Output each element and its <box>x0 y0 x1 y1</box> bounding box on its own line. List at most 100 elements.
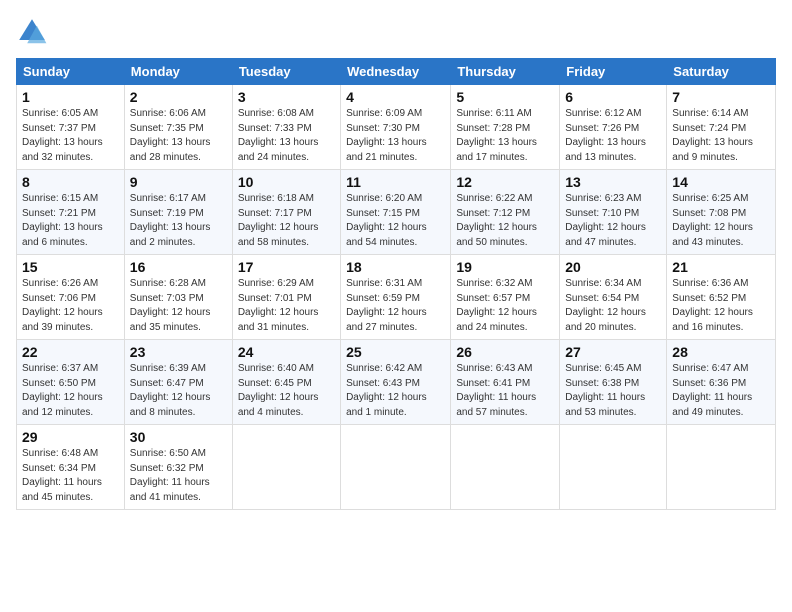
day-info: Sunrise: 6:23 AM Sunset: 7:10 PM Dayligh… <box>565 192 661 250</box>
day-info: Sunrise: 6:36 AM Sunset: 6:52 PM Dayligh… <box>672 277 770 335</box>
calendar-cell: 13 Sunrise: 6:23 AM Sunset: 7:10 PM Dayli… <box>560 170 667 255</box>
day-number: 25 <box>346 344 445 360</box>
calendar-cell: 2Sunrise: 6:06 AM Sunset: 7:35 PM Daylig… <box>124 85 232 170</box>
day-number: 13 <box>565 174 661 190</box>
day-number: 1 <box>22 89 119 105</box>
day-info: Sunrise: 6:48 AM Sunset: 6:34 PM Dayligh… <box>22 447 119 505</box>
day-number: 3 <box>238 89 335 105</box>
day-number: 22 <box>22 344 119 360</box>
day-info: Sunrise: 6:28 AM Sunset: 7:03 PM Dayligh… <box>130 277 227 335</box>
calendar-cell: 24 Sunrise: 6:40 AM Sunset: 6:45 PM Dayli… <box>232 340 340 425</box>
day-info: Sunrise: 6:14 AM Sunset: 7:24 PM Dayligh… <box>672 107 770 165</box>
calendar-cell: 25 Sunrise: 6:42 AM Sunset: 6:43 PM Dayli… <box>341 340 451 425</box>
calendar-cell <box>560 425 667 510</box>
day-info: Sunrise: 6:09 AM Sunset: 7:30 PM Dayligh… <box>346 107 445 165</box>
calendar-cell: 30 Sunrise: 6:50 AM Sunset: 6:32 PM Dayli… <box>124 425 232 510</box>
calendar-cell: 27 Sunrise: 6:45 AM Sunset: 6:38 PM Dayli… <box>560 340 667 425</box>
calendar-header-row: SundayMondayTuesdayWednesdayThursdayFrid… <box>17 59 776 85</box>
calendar-cell: 17Sunrise: 6:29 AM Sunset: 7:01 PM Dayli… <box>232 255 340 340</box>
calendar-cell: 9Sunrise: 6:17 AM Sunset: 7:19 PM Daylig… <box>124 170 232 255</box>
calendar-week-row: 8 Sunrise: 6:15 AM Sunset: 7:21 PM Daylig… <box>17 170 776 255</box>
day-info: Sunrise: 6:20 AM Sunset: 7:15 PM Dayligh… <box>346 192 445 250</box>
column-header-wednesday: Wednesday <box>341 59 451 85</box>
calendar-cell: 21 Sunrise: 6:36 AM Sunset: 6:52 PM Dayli… <box>667 255 776 340</box>
day-number: 24 <box>238 344 335 360</box>
calendar-cell <box>232 425 340 510</box>
day-info: Sunrise: 6:22 AM Sunset: 7:12 PM Dayligh… <box>456 192 554 250</box>
column-header-friday: Friday <box>560 59 667 85</box>
calendar-week-row: 29 Sunrise: 6:48 AM Sunset: 6:34 PM Dayli… <box>17 425 776 510</box>
day-number: 10 <box>238 174 335 190</box>
day-number: 29 <box>22 429 119 445</box>
day-info: Sunrise: 6:15 AM Sunset: 7:21 PM Dayligh… <box>22 192 119 250</box>
day-info: Sunrise: 6:11 AM Sunset: 7:28 PM Dayligh… <box>456 107 554 165</box>
day-info: Sunrise: 6:45 AM Sunset: 6:38 PM Dayligh… <box>565 362 661 420</box>
day-info: Sunrise: 6:43 AM Sunset: 6:41 PM Dayligh… <box>456 362 554 420</box>
day-number: 20 <box>565 259 661 275</box>
day-info: Sunrise: 6:08 AM Sunset: 7:33 PM Dayligh… <box>238 107 335 165</box>
column-header-saturday: Saturday <box>667 59 776 85</box>
day-number: 23 <box>130 344 227 360</box>
logo <box>16 16 52 48</box>
day-info: Sunrise: 6:42 AM Sunset: 6:43 PM Dayligh… <box>346 362 445 420</box>
day-info: Sunrise: 6:37 AM Sunset: 6:50 PM Dayligh… <box>22 362 119 420</box>
day-number: 7 <box>672 89 770 105</box>
day-number: 5 <box>456 89 554 105</box>
page: SundayMondayTuesdayWednesdayThursdayFrid… <box>0 0 792 612</box>
calendar-cell: 10 Sunrise: 6:18 AM Sunset: 7:17 PM Dayli… <box>232 170 340 255</box>
day-info: Sunrise: 6:18 AM Sunset: 7:17 PM Dayligh… <box>238 192 335 250</box>
day-number: 21 <box>672 259 770 275</box>
calendar-cell: 5 Sunrise: 6:11 AM Sunset: 7:28 PM Daylig… <box>451 85 560 170</box>
calendar-week-row: 15 Sunrise: 6:26 AM Sunset: 7:06 PM Dayli… <box>17 255 776 340</box>
day-number: 14 <box>672 174 770 190</box>
day-info: Sunrise: 6:29 AM Sunset: 7:01 PM Dayligh… <box>238 277 335 335</box>
day-info: Sunrise: 6:06 AM Sunset: 7:35 PM Dayligh… <box>130 107 227 165</box>
day-info: Sunrise: 6:25 AM Sunset: 7:08 PM Dayligh… <box>672 192 770 250</box>
calendar-cell: 14 Sunrise: 6:25 AM Sunset: 7:08 PM Dayli… <box>667 170 776 255</box>
column-header-thursday: Thursday <box>451 59 560 85</box>
calendar-cell <box>667 425 776 510</box>
calendar-cell: 29 Sunrise: 6:48 AM Sunset: 6:34 PM Dayli… <box>17 425 125 510</box>
day-info: Sunrise: 6:17 AM Sunset: 7:19 PM Dayligh… <box>130 192 227 250</box>
day-number: 27 <box>565 344 661 360</box>
day-number: 28 <box>672 344 770 360</box>
day-number: 16 <box>130 259 227 275</box>
day-info: Sunrise: 6:26 AM Sunset: 7:06 PM Dayligh… <box>22 277 119 335</box>
calendar-cell: 23Sunrise: 6:39 AM Sunset: 6:47 PM Dayli… <box>124 340 232 425</box>
day-info: Sunrise: 6:40 AM Sunset: 6:45 PM Dayligh… <box>238 362 335 420</box>
calendar-cell: 22 Sunrise: 6:37 AM Sunset: 6:50 PM Dayli… <box>17 340 125 425</box>
calendar-cell <box>451 425 560 510</box>
calendar-cell: 28Sunrise: 6:47 AM Sunset: 6:36 PM Dayli… <box>667 340 776 425</box>
day-number: 18 <box>346 259 445 275</box>
day-number: 6 <box>565 89 661 105</box>
logo-icon <box>16 16 48 48</box>
day-number: 4 <box>346 89 445 105</box>
day-number: 30 <box>130 429 227 445</box>
day-info: Sunrise: 6:05 AM Sunset: 7:37 PM Dayligh… <box>22 107 119 165</box>
day-number: 19 <box>456 259 554 275</box>
calendar-cell: 8 Sunrise: 6:15 AM Sunset: 7:21 PM Daylig… <box>17 170 125 255</box>
calendar-cell <box>341 425 451 510</box>
calendar-cell: 12 Sunrise: 6:22 AM Sunset: 7:12 PM Dayli… <box>451 170 560 255</box>
day-info: Sunrise: 6:50 AM Sunset: 6:32 PM Dayligh… <box>130 447 227 505</box>
column-header-sunday: Sunday <box>17 59 125 85</box>
day-info: Sunrise: 6:31 AM Sunset: 6:59 PM Dayligh… <box>346 277 445 335</box>
day-number: 15 <box>22 259 119 275</box>
calendar-cell: 19 Sunrise: 6:32 AM Sunset: 6:57 PM Dayli… <box>451 255 560 340</box>
calendar-cell: 1 Sunrise: 6:05 AM Sunset: 7:37 PM Daylig… <box>17 85 125 170</box>
calendar: SundayMondayTuesdayWednesdayThursdayFrid… <box>16 58 776 510</box>
calendar-cell: 15 Sunrise: 6:26 AM Sunset: 7:06 PM Dayli… <box>17 255 125 340</box>
column-header-tuesday: Tuesday <box>232 59 340 85</box>
calendar-cell: 26 Sunrise: 6:43 AM Sunset: 6:41 PM Dayli… <box>451 340 560 425</box>
day-number: 8 <box>22 174 119 190</box>
calendar-cell: 6Sunrise: 6:12 AM Sunset: 7:26 PM Daylig… <box>560 85 667 170</box>
calendar-cell: 7 Sunrise: 6:14 AM Sunset: 7:24 PM Daylig… <box>667 85 776 170</box>
calendar-cell: 3 Sunrise: 6:08 AM Sunset: 7:33 PM Daylig… <box>232 85 340 170</box>
day-number: 12 <box>456 174 554 190</box>
calendar-cell: 11Sunrise: 6:20 AM Sunset: 7:15 PM Dayli… <box>341 170 451 255</box>
calendar-cell: 16 Sunrise: 6:28 AM Sunset: 7:03 PM Dayli… <box>124 255 232 340</box>
day-info: Sunrise: 6:32 AM Sunset: 6:57 PM Dayligh… <box>456 277 554 335</box>
day-number: 26 <box>456 344 554 360</box>
calendar-week-row: 1 Sunrise: 6:05 AM Sunset: 7:37 PM Daylig… <box>17 85 776 170</box>
column-header-monday: Monday <box>124 59 232 85</box>
